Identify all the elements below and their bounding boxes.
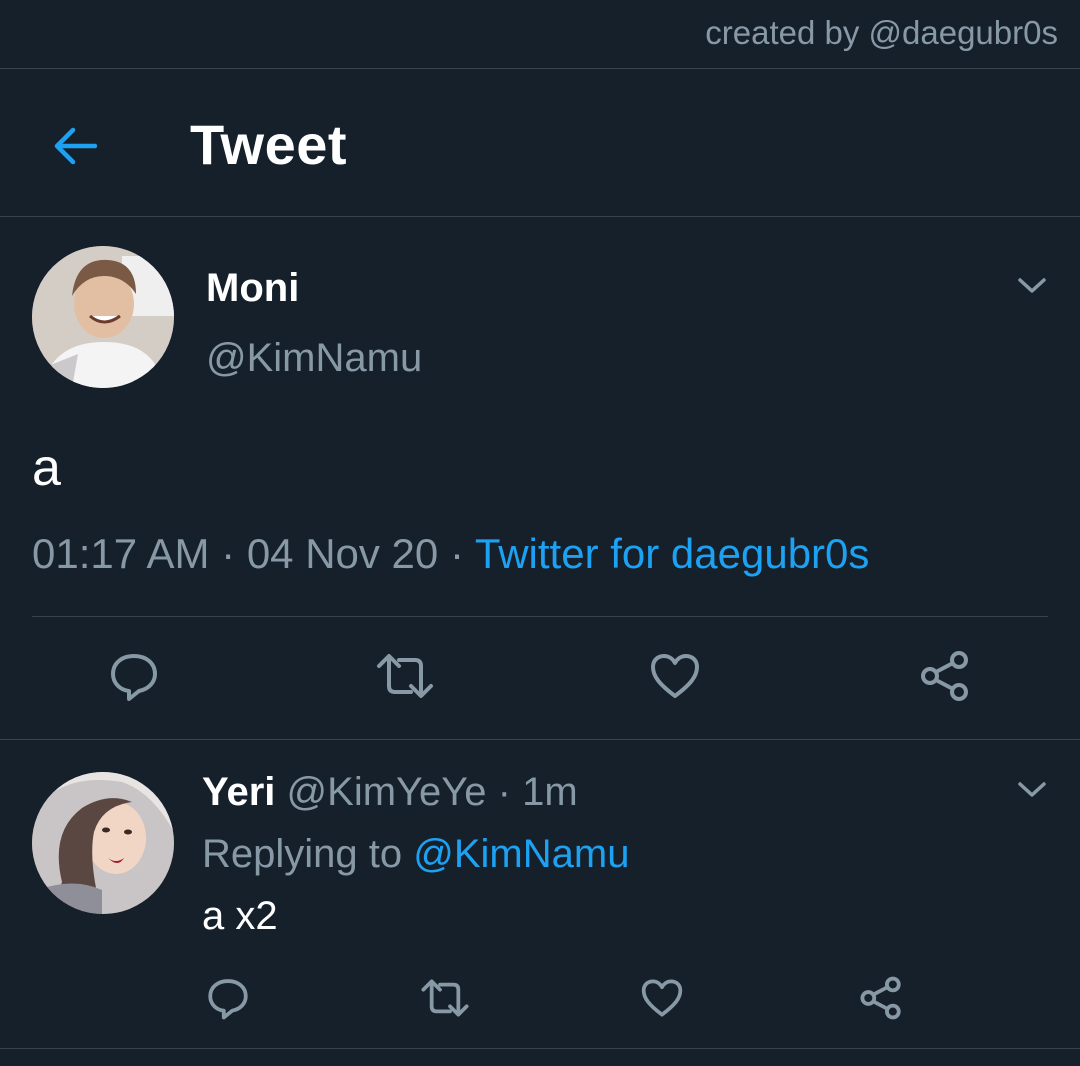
- watermark-credit: created by @daegubr0s: [705, 14, 1058, 51]
- retweet-icon: [377, 654, 433, 698]
- reply-icon: [111, 654, 157, 701]
- tweet-meta: 01:17 AM · 04 Nov 20 · Twitter for daegu…: [32, 530, 869, 578]
- tweet-options-button[interactable]: [1012, 270, 1052, 302]
- bottom-divider: [0, 1048, 1080, 1049]
- reply-button[interactable]: [104, 648, 164, 704]
- header-divider: [0, 216, 1080, 217]
- like-button[interactable]: [646, 648, 704, 704]
- back-button[interactable]: [44, 118, 104, 174]
- retweet-button[interactable]: [418, 974, 472, 1022]
- share-icon: [921, 651, 968, 701]
- replying-to: Replying to @KimNamu: [202, 832, 629, 877]
- reply-timestamp: 1m: [522, 770, 578, 814]
- page-title: Tweet: [190, 113, 348, 176]
- top-divider: [0, 68, 1080, 69]
- tweet-source-link[interactable]: Twitter for daegubr0s: [475, 530, 870, 577]
- avatar[interactable]: [32, 246, 174, 388]
- avatar-portrait: [32, 772, 174, 914]
- reply-author-handle[interactable]: @KimYeYe: [287, 770, 487, 814]
- retweet-icon: [421, 979, 469, 1017]
- like-button[interactable]: [638, 974, 686, 1022]
- tweet-divider: [0, 739, 1080, 740]
- share-button[interactable]: [856, 974, 906, 1022]
- reply-separator: ·: [497, 770, 511, 814]
- avatar-portrait: [32, 246, 174, 388]
- share-icon: [860, 976, 901, 1020]
- tweet-time: 01:17 AM: [32, 530, 210, 577]
- reply-author-name[interactable]: Yeri: [202, 770, 275, 814]
- replying-prefix: Replying to: [202, 832, 403, 876]
- reply-text: a x2: [202, 894, 278, 938]
- avatar[interactable]: [32, 772, 174, 914]
- tweet-text: a: [32, 439, 61, 497]
- arrow-left-icon: [54, 127, 97, 165]
- tweet-date: 04 Nov 20: [246, 530, 439, 577]
- replying-mention-link[interactable]: @KimNamu: [413, 832, 629, 876]
- chevron-down-icon: [1018, 278, 1046, 293]
- reply-options-button[interactable]: [1012, 774, 1052, 806]
- reply-icon: [208, 979, 248, 1020]
- chevron-down-icon: [1018, 782, 1046, 797]
- meta-separator: ·: [449, 530, 464, 577]
- share-button[interactable]: [916, 648, 974, 704]
- retweet-button[interactable]: [374, 648, 436, 704]
- like-icon: [641, 979, 683, 1017]
- author-handle[interactable]: @KimNamu: [206, 336, 422, 381]
- meta-separator: ·: [221, 530, 236, 577]
- reply-header: Yeri @KimYeYe · 1m: [202, 770, 578, 815]
- author-name[interactable]: Moni: [206, 266, 299, 311]
- reply-button[interactable]: [204, 974, 252, 1022]
- like-icon: [651, 654, 699, 698]
- meta-divider: [32, 616, 1048, 617]
